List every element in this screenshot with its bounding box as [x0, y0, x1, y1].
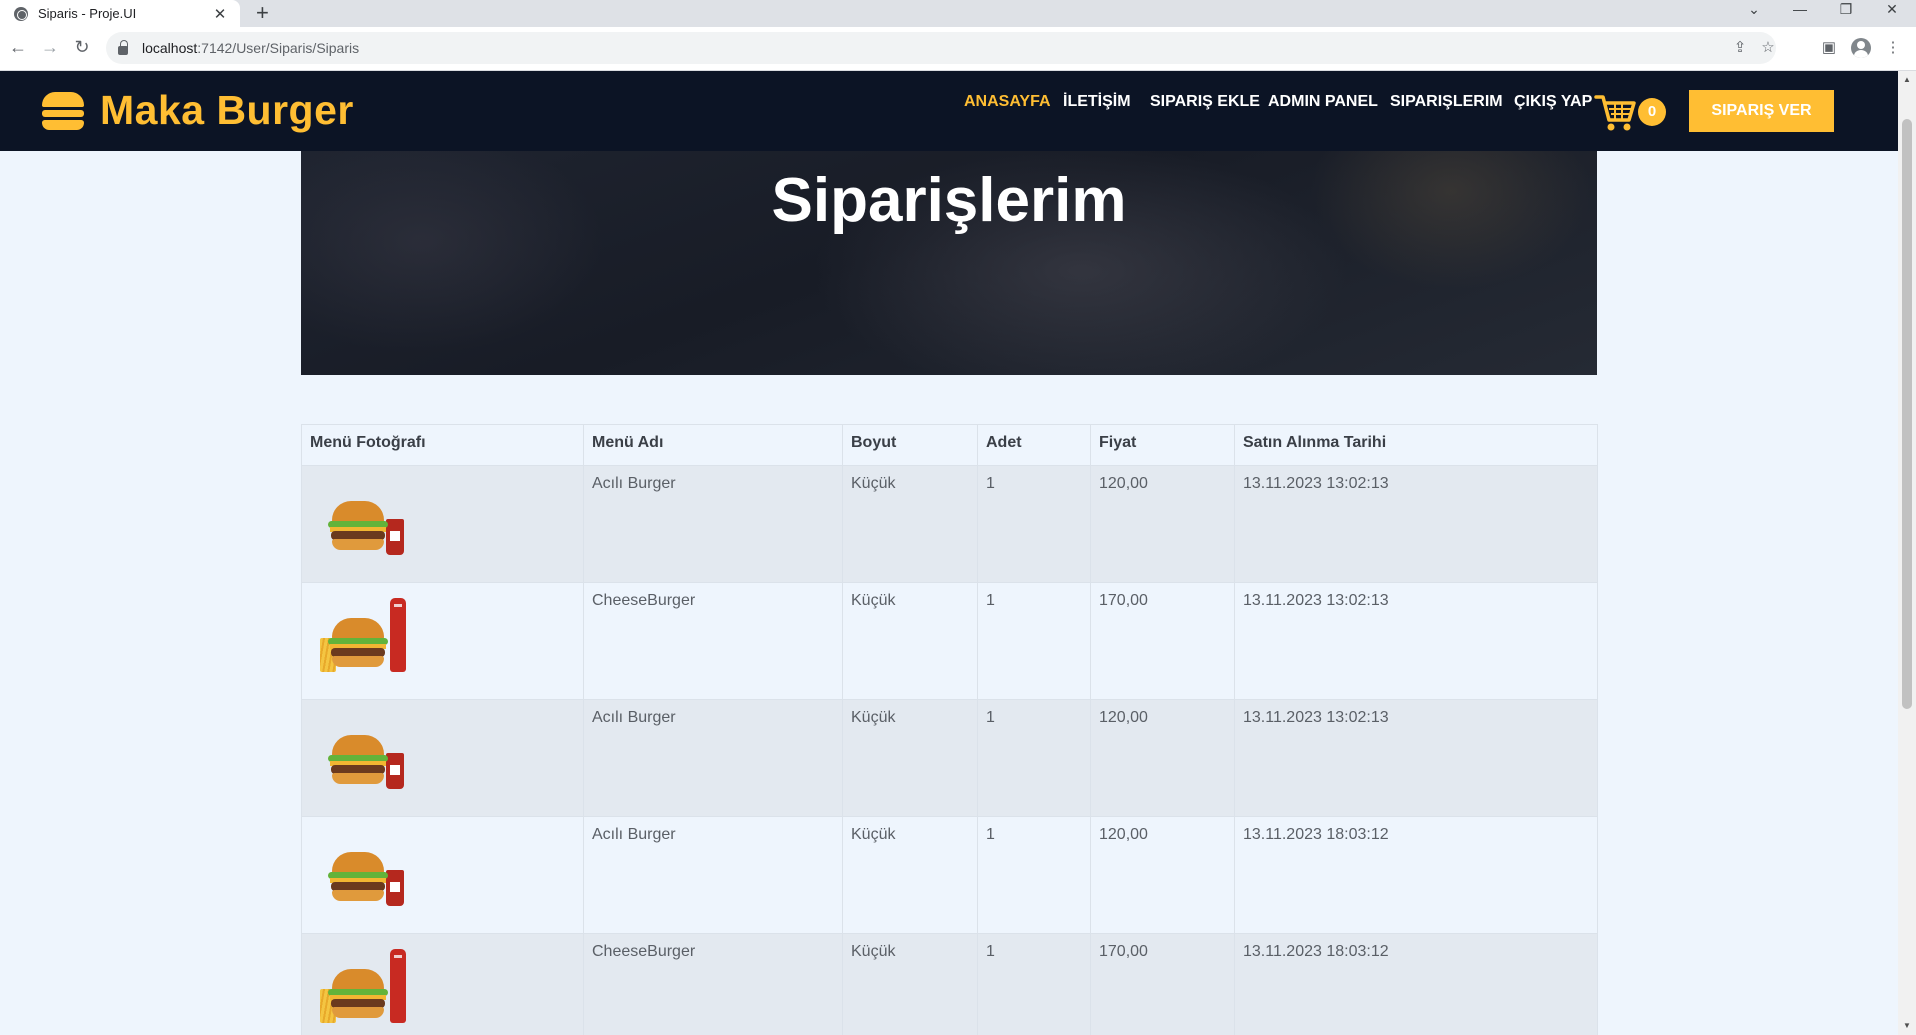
- table-row: Acılı Burger Küçük 1 120,00 13.11.2023 1…: [301, 816, 1598, 934]
- qty-cell: 1: [977, 582, 1091, 700]
- table-row: CheeseBurger Küçük 1 170,00 13.11.2023 1…: [301, 582, 1598, 700]
- size-cell: Küçük: [842, 933, 978, 1035]
- restore-icon[interactable]: ❐: [1824, 0, 1868, 22]
- nav-anasayfa[interactable]: ANASAYFA: [964, 93, 1051, 111]
- burger-drink-icon: [320, 713, 420, 803]
- order-button[interactable]: SIPARIŞ VER: [1689, 90, 1834, 132]
- page-viewport: Maka Burger ANASAYFA İLETİŞİM SIPARIŞ EK…: [0, 71, 1898, 1035]
- col-header-menu: Menü Adı: [583, 424, 843, 466]
- orders-table: Menü Fotoğrafı Menü Adı Boyut Adet Fiyat…: [301, 424, 1598, 1035]
- close-window-icon[interactable]: ✕: [1870, 0, 1914, 22]
- nav-iletisim[interactable]: İLETİŞİM: [1063, 93, 1131, 111]
- burger-logo-icon: [42, 91, 84, 130]
- date-cell: 13.11.2023 18:03:12: [1234, 816, 1598, 934]
- back-icon[interactable]: ←: [6, 35, 30, 59]
- size-cell: Küçük: [842, 699, 978, 817]
- menu-name-cell: Acılı Burger: [583, 465, 843, 583]
- cheeseburger-menu-icon: [320, 596, 420, 686]
- cart-count-badge: 0: [1638, 98, 1666, 126]
- menu-photo-cell: [301, 699, 584, 817]
- close-tab-icon[interactable]: ✕: [208, 5, 232, 23]
- scrollbar-thumb[interactable]: [1902, 119, 1912, 709]
- scroll-up-icon[interactable]: ▲: [1898, 75, 1916, 84]
- price-cell: 170,00: [1090, 933, 1235, 1035]
- menu-name-cell: CheeseBurger: [583, 933, 843, 1035]
- page-hero: Siparişlerim: [301, 151, 1597, 375]
- size-cell: Küçük: [842, 816, 978, 934]
- menu-photo-cell: [301, 933, 584, 1035]
- menu-kebab-icon[interactable]: ⋮: [1880, 35, 1906, 61]
- brand-name: Maka Burger: [100, 87, 354, 133]
- table-row: Acılı Burger Küçük 1 120,00 13.11.2023 1…: [301, 699, 1598, 817]
- new-tab-icon[interactable]: +: [256, 1, 269, 25]
- nav-siparis-ekle[interactable]: SIPARIŞ EKLE: [1150, 93, 1260, 111]
- url-host: localhost: [142, 40, 198, 56]
- price-cell: 170,00: [1090, 582, 1235, 700]
- date-cell: 13.11.2023 13:02:13: [1234, 465, 1598, 583]
- page-scrollbar[interactable]: ▲ ▼: [1898, 71, 1916, 1035]
- qty-cell: 1: [977, 933, 1091, 1035]
- col-header-photo: Menü Fotoğrafı: [301, 424, 584, 466]
- menu-photo-cell: [301, 582, 584, 700]
- menu-photo-cell: [301, 465, 584, 583]
- burger-drink-icon: [320, 479, 420, 569]
- url-path: :7142/User/Siparis/Siparis: [197, 40, 360, 56]
- col-header-qty: Adet: [977, 424, 1091, 466]
- site-logo[interactable]: Maka Burger: [42, 87, 354, 134]
- burger-drink-icon: [320, 830, 420, 920]
- cheeseburger-menu-icon: [320, 947, 420, 1035]
- col-header-date: Satın Alınma Tarihi: [1234, 424, 1598, 466]
- price-cell: 120,00: [1090, 699, 1235, 817]
- profile-icon[interactable]: [1848, 35, 1874, 61]
- browser-toolbar: ← → ↻ localhost:7142/User/Siparis/Sipari…: [0, 27, 1916, 71]
- qty-cell: 1: [977, 816, 1091, 934]
- qty-cell: 1: [977, 465, 1091, 583]
- side-panel-icon[interactable]: ▣: [1816, 35, 1842, 61]
- browser-tab[interactable]: Siparis - Proje.UI ✕: [0, 0, 240, 27]
- tab-title: Siparis - Proje.UI: [38, 6, 137, 21]
- lock-icon: [118, 39, 128, 55]
- size-cell: Küçük: [842, 582, 978, 700]
- nav-cikis-yap[interactable]: ÇIKIŞ YAP: [1514, 93, 1592, 111]
- date-cell: 13.11.2023 13:02:13: [1234, 699, 1598, 817]
- bookmark-star-icon[interactable]: ☆: [1754, 32, 1782, 64]
- shopping-cart-icon: [1594, 95, 1636, 131]
- avatar: [1851, 38, 1871, 58]
- table-row: CheeseBurger Küçük 1 170,00 13.11.2023 1…: [301, 933, 1598, 1035]
- col-header-size: Boyut: [842, 424, 978, 466]
- qty-cell: 1: [977, 699, 1091, 817]
- browser-tabstrip: Siparis - Proje.UI ✕ + ⌄ — ❐ ✕: [0, 0, 1916, 27]
- nav-admin-panel[interactable]: ADMIN PANEL: [1268, 93, 1378, 111]
- price-cell: 120,00: [1090, 816, 1235, 934]
- page-title: Siparişlerim: [771, 166, 1127, 235]
- address-bar[interactable]: localhost:7142/User/Siparis/Siparis ⇪ ☆: [106, 32, 1776, 64]
- menu-name-cell: Acılı Burger: [583, 816, 843, 934]
- table-header-row: Menü Fotoğrafı Menü Adı Boyut Adet Fiyat…: [301, 424, 1598, 466]
- site-header: Maka Burger ANASAYFA İLETİŞİM SIPARIŞ EK…: [0, 71, 1898, 151]
- date-cell: 13.11.2023 13:02:13: [1234, 582, 1598, 700]
- globe-icon: [14, 6, 28, 21]
- scroll-down-icon[interactable]: ▼: [1898, 1021, 1916, 1030]
- forward-icon[interactable]: →: [38, 35, 62, 59]
- size-cell: Küçük: [842, 465, 978, 583]
- nav-siparislerim[interactable]: SIPARIŞLERIM: [1390, 93, 1503, 111]
- cart-button[interactable]: 0: [1594, 89, 1666, 133]
- col-header-price: Fiyat: [1090, 424, 1235, 466]
- price-cell: 120,00: [1090, 465, 1235, 583]
- menu-name-cell: Acılı Burger: [583, 699, 843, 817]
- reload-icon[interactable]: ↻: [70, 35, 94, 59]
- menu-photo-cell: [301, 816, 584, 934]
- table-row: Acılı Burger Küçük 1 120,00 13.11.2023 1…: [301, 465, 1598, 583]
- tab-search-icon[interactable]: ⌄: [1732, 0, 1776, 22]
- menu-name-cell: CheeseBurger: [583, 582, 843, 700]
- share-icon[interactable]: ⇪: [1726, 32, 1754, 64]
- minimize-icon[interactable]: —: [1778, 0, 1822, 22]
- date-cell: 13.11.2023 18:03:12: [1234, 933, 1598, 1035]
